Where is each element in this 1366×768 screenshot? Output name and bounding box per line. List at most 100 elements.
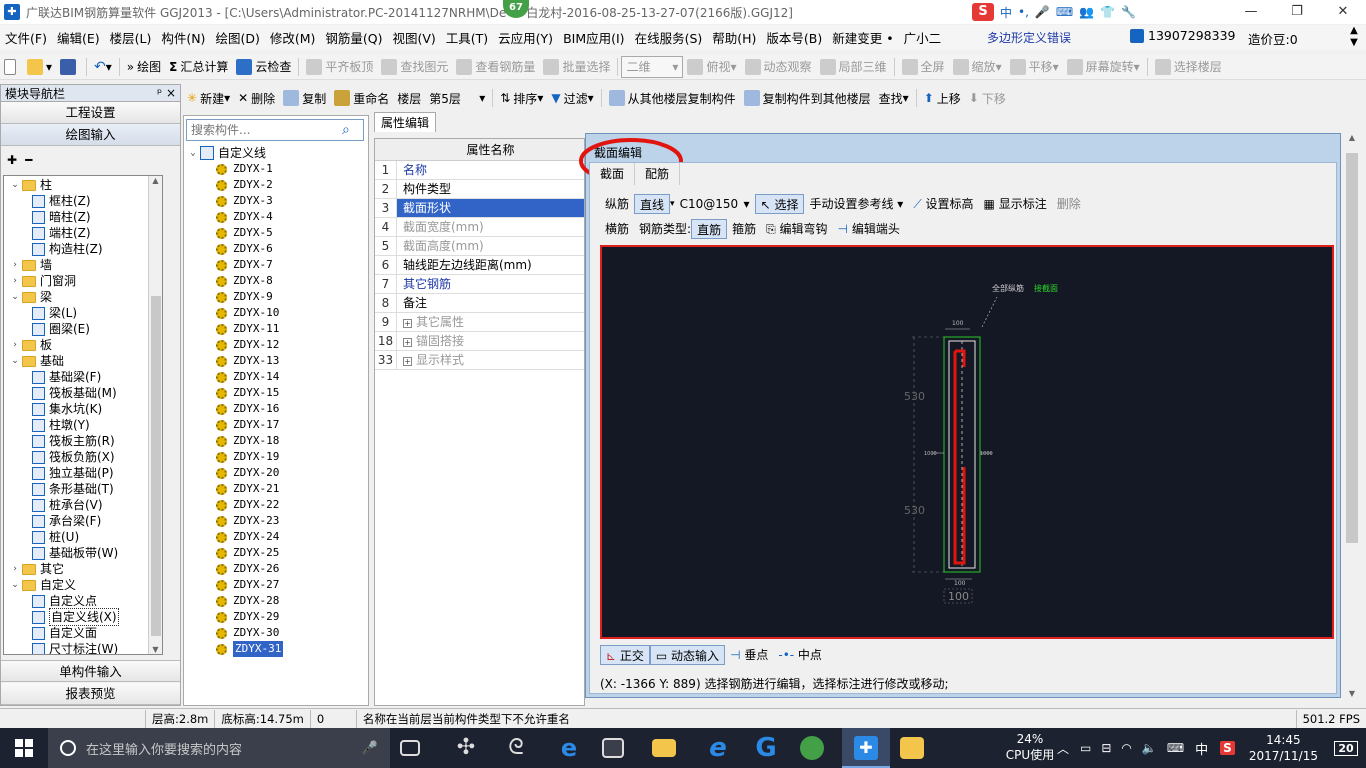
component-item[interactable]: ZDYX-25 <box>188 545 368 561</box>
rotate-button[interactable]: 屏幕旋转 ▾ <box>1063 56 1144 78</box>
line-button[interactable]: 直线 <box>634 194 671 214</box>
save-icon[interactable] <box>56 56 83 78</box>
component-item[interactable]: ZDYX-18 <box>188 433 368 449</box>
volume-icon[interactable]: 🔈 <box>1142 741 1157 755</box>
property-row[interactable]: 6 轴线距左边线距离(mm) <box>375 256 584 275</box>
top-view-button[interactable]: 俯视 ▾ <box>683 56 740 78</box>
search-input[interactable] <box>187 121 342 139</box>
tree-toggle-icon[interactable]: ⌄ <box>10 353 20 369</box>
nav-item[interactable]: 框柱(Z) <box>4 193 162 209</box>
floor-select[interactable]: 第5层 ▾ <box>425 87 489 109</box>
project-settings-button[interactable]: 工程设置 <box>1 102 180 124</box>
nav-item[interactable]: 独立基础(P) <box>4 465 162 481</box>
beans-label[interactable]: 造价豆:0 <box>1248 29 1298 48</box>
minimize-button[interactable]: — <box>1228 0 1274 24</box>
menu-item-8[interactable]: 工具(T) <box>441 28 493 47</box>
find-element-button[interactable]: 查找图元 <box>377 56 452 78</box>
property-row[interactable]: 2 构件类型 <box>375 180 584 199</box>
nav-item[interactable]: 柱墩(Y) <box>4 417 162 433</box>
component-item[interactable]: ZDYX-10 <box>188 305 368 321</box>
ime-tray[interactable]: 中 <box>1195 739 1208 758</box>
menu-scroll[interactable]: ▲ ▼ <box>1344 25 1364 49</box>
component-item[interactable]: ZDYX-3 <box>188 193 368 209</box>
view-rebar-button[interactable]: 查看钢筋量 <box>452 56 539 78</box>
ime-punct[interactable]: •, <box>1018 5 1029 19</box>
nav-item[interactable]: 条形基础(T) <box>4 481 162 497</box>
single-input-button[interactable]: 单构件输入 <box>1 660 180 682</box>
component-item[interactable]: ZDYX-2 <box>188 177 368 193</box>
ggj-active-app[interactable]: ✚ <box>842 728 890 768</box>
section-drawing[interactable]: 全部纵筋 接截面 100 530 530 1000 1000 100 100 <box>602 247 1332 637</box>
expand-all-icon[interactable]: ✚ <box>7 153 17 167</box>
nav-folder[interactable]: ⌄ 自定义 <box>4 577 162 593</box>
open-folder-icon[interactable]: ▾ <box>23 56 56 78</box>
sort-button[interactable]: ⇅ 排序 ▾ <box>496 87 547 109</box>
move-up-button[interactable]: ⬆ 上移 <box>920 87 965 109</box>
tray-expand-icon[interactable]: ︿ <box>1057 740 1069 757</box>
menu-item-12[interactable]: 帮助(H) <box>707 28 761 47</box>
expand-icon[interactable]: + <box>403 338 412 347</box>
component-item[interactable]: ZDYX-31 <box>188 641 368 657</box>
keyboard-icon[interactable]: ⌨ <box>1056 5 1073 19</box>
component-item[interactable]: ZDYX-22 <box>188 497 368 513</box>
tree-toggle-icon[interactable]: › <box>10 257 20 273</box>
menu-item-13[interactable]: 版本号(B) <box>761 28 827 47</box>
nav-item[interactable]: 构造柱(Z) <box>4 241 162 257</box>
tab-rebar[interactable]: 配筋 <box>635 163 681 185</box>
property-row[interactable]: 33 + 显示样式 <box>375 351 584 370</box>
nav-folder[interactable]: ⌄ 基础 <box>4 353 162 369</box>
windows-start-icon[interactable] <box>15 739 33 757</box>
component-item[interactable]: ZDYX-16 <box>188 401 368 417</box>
green-app-icon[interactable] <box>800 736 824 760</box>
component-item[interactable]: ZDYX-21 <box>188 481 368 497</box>
tree-toggle-icon[interactable]: › <box>10 337 20 353</box>
tree-toggle-icon[interactable]: ⌄ <box>10 289 20 305</box>
nav-item[interactable]: 集水坑(K) <box>4 401 162 417</box>
ime-zh[interactable]: 中 <box>1000 4 1012 21</box>
section-canvas[interactable]: 全部纵筋 接截面 100 530 530 1000 1000 100 100 <box>600 245 1334 639</box>
nav-folder[interactable]: › 其它 <box>4 561 162 577</box>
component-item[interactable]: ZDYX-9 <box>188 289 368 305</box>
move-down-button[interactable]: ⬇ 下移 <box>965 87 1010 109</box>
batch-select-button[interactable]: 批量选择 <box>539 56 614 78</box>
user-icon[interactable]: 👥 <box>1079 5 1094 19</box>
pin-close-icon[interactable]: ᵖ × <box>157 86 176 100</box>
fullscreen-button[interactable]: 全屏 <box>898 56 949 78</box>
wifi-icon[interactable]: ◠ <box>1121 741 1131 755</box>
component-item[interactable]: ZDYX-23 <box>188 513 368 529</box>
ime-toolbar[interactable]: S 中 •, 🎤 ⌨ 👥 👕 🔧 <box>972 3 1136 21</box>
select-floor-button[interactable]: 选择楼层 <box>1151 56 1226 78</box>
ie-icon[interactable]: e <box>702 732 734 764</box>
nav-item[interactable]: 筏板主筋(R) <box>4 433 162 449</box>
network-icon[interactable]: ⊟ <box>1101 741 1111 755</box>
property-row[interactable]: 9 + 其它属性 <box>375 313 584 332</box>
edit-hook-button[interactable]: ⎘ 编辑弯钩 <box>761 219 832 239</box>
glodon-g-icon[interactable]: G <box>750 732 782 764</box>
copy-from-floor-button[interactable]: 从其他楼层复制构件 <box>605 87 740 109</box>
menu-item-7[interactable]: 视图(V) <box>387 28 440 47</box>
undo-icon[interactable]: ↶ ▾ <box>90 56 116 78</box>
property-row[interactable]: 3 截面形状 <box>375 199 584 218</box>
nav-item[interactable]: 筏板负筋(X) <box>4 449 162 465</box>
nav-item[interactable]: 基础板带(W) <box>4 545 162 561</box>
component-item[interactable]: ZDYX-4 <box>188 209 368 225</box>
component-item[interactable]: ZDYX-5 <box>188 225 368 241</box>
menu-item-6[interactable]: 钢筋量(Q) <box>320 28 387 47</box>
menu-item-10[interactable]: BIM应用(I) <box>558 28 630 47</box>
nav-item[interactable]: 端柱(Z) <box>4 225 162 241</box>
menu-item-3[interactable]: 构件(N) <box>156 28 210 47</box>
menu-item-4[interactable]: 绘图(D) <box>210 28 264 47</box>
nav-item[interactable]: 自定义面 <box>4 625 162 641</box>
midpoint-button[interactable]: -•- 中点 <box>773 645 827 665</box>
component-item[interactable]: ZDYX-11 <box>188 321 368 337</box>
component-item[interactable]: ZDYX-17 <box>188 417 368 433</box>
task-view-icon[interactable] <box>400 740 420 756</box>
spec-select[interactable]: C10@150 ▾ <box>675 194 755 214</box>
component-item[interactable]: ZDYX-27 <box>188 577 368 593</box>
edit-end-button[interactable]: ⊣ 编辑端头 <box>833 219 905 239</box>
collapse-all-icon[interactable]: ━ <box>25 153 32 167</box>
property-row[interactable]: 7 其它钢筋 <box>375 275 584 294</box>
swirl-app-icon[interactable]: ᘓ <box>500 732 532 764</box>
sum-button[interactable]: Σ 汇总计算 <box>165 56 232 78</box>
store-icon[interactable] <box>602 738 624 758</box>
